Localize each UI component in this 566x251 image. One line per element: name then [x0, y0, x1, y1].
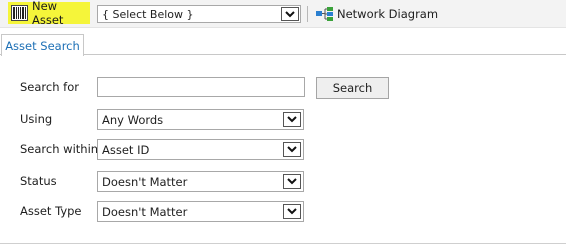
search-button[interactable]: Search — [316, 77, 389, 99]
bottom-divider — [0, 243, 566, 244]
search-within-select-value: Asset ID — [102, 142, 150, 157]
tab-asset-search[interactable]: Asset Search — [1, 34, 84, 56]
asset-type-dropdown[interactable]: { Select Below } — [97, 5, 301, 23]
tab-strip: Asset Search — [0, 34, 566, 56]
using-label: Using — [20, 112, 53, 126]
search-within-label: Search within — [20, 142, 99, 156]
status-select-value: Doesn't Matter — [102, 174, 188, 189]
new-asset-label: New Asset — [32, 0, 64, 27]
asset-type-select[interactable]: Doesn't Matter — [97, 201, 304, 222]
asset-type-dropdown-value: { Select Below } — [102, 7, 194, 21]
chevron-down-icon[interactable] — [283, 174, 301, 189]
chevron-down-icon[interactable] — [281, 7, 299, 21]
asset-type-row: Asset Type Doesn't Matter — [0, 201, 566, 223]
network-diagram-button[interactable]: Network Diagram — [316, 5, 438, 23]
toolbar: New Asset { Select Below } Network Diagr… — [0, 0, 566, 28]
search-within-select[interactable]: Asset ID — [97, 139, 304, 160]
using-row: Using Any Words — [0, 109, 566, 131]
asset-type-label: Asset Type — [20, 204, 82, 218]
using-select[interactable]: Any Words — [97, 109, 304, 130]
chevron-down-icon[interactable] — [283, 204, 301, 219]
chevron-down-icon[interactable] — [283, 142, 301, 157]
network-diagram-label: Network Diagram — [337, 7, 439, 21]
barcode-icon — [11, 5, 28, 21]
using-select-value: Any Words — [102, 112, 164, 127]
status-select[interactable]: Doesn't Matter — [97, 171, 304, 192]
asset-type-select-value: Doesn't Matter — [102, 204, 188, 219]
network-diagram-icon — [316, 7, 333, 21]
new-asset-button[interactable]: New Asset — [8, 0, 90, 27]
search-for-row: Search for Search — [0, 77, 566, 99]
search-within-row: Search within Asset ID — [0, 139, 566, 161]
status-label: Status — [20, 174, 57, 188]
search-input[interactable] — [97, 77, 305, 97]
search-for-label: Search for — [20, 80, 79, 94]
tab-asset-search-label: Asset Search — [5, 38, 80, 53]
status-row: Status Doesn't Matter — [0, 171, 566, 193]
chevron-down-icon[interactable] — [283, 112, 301, 127]
toolbar-separator — [307, 6, 308, 22]
